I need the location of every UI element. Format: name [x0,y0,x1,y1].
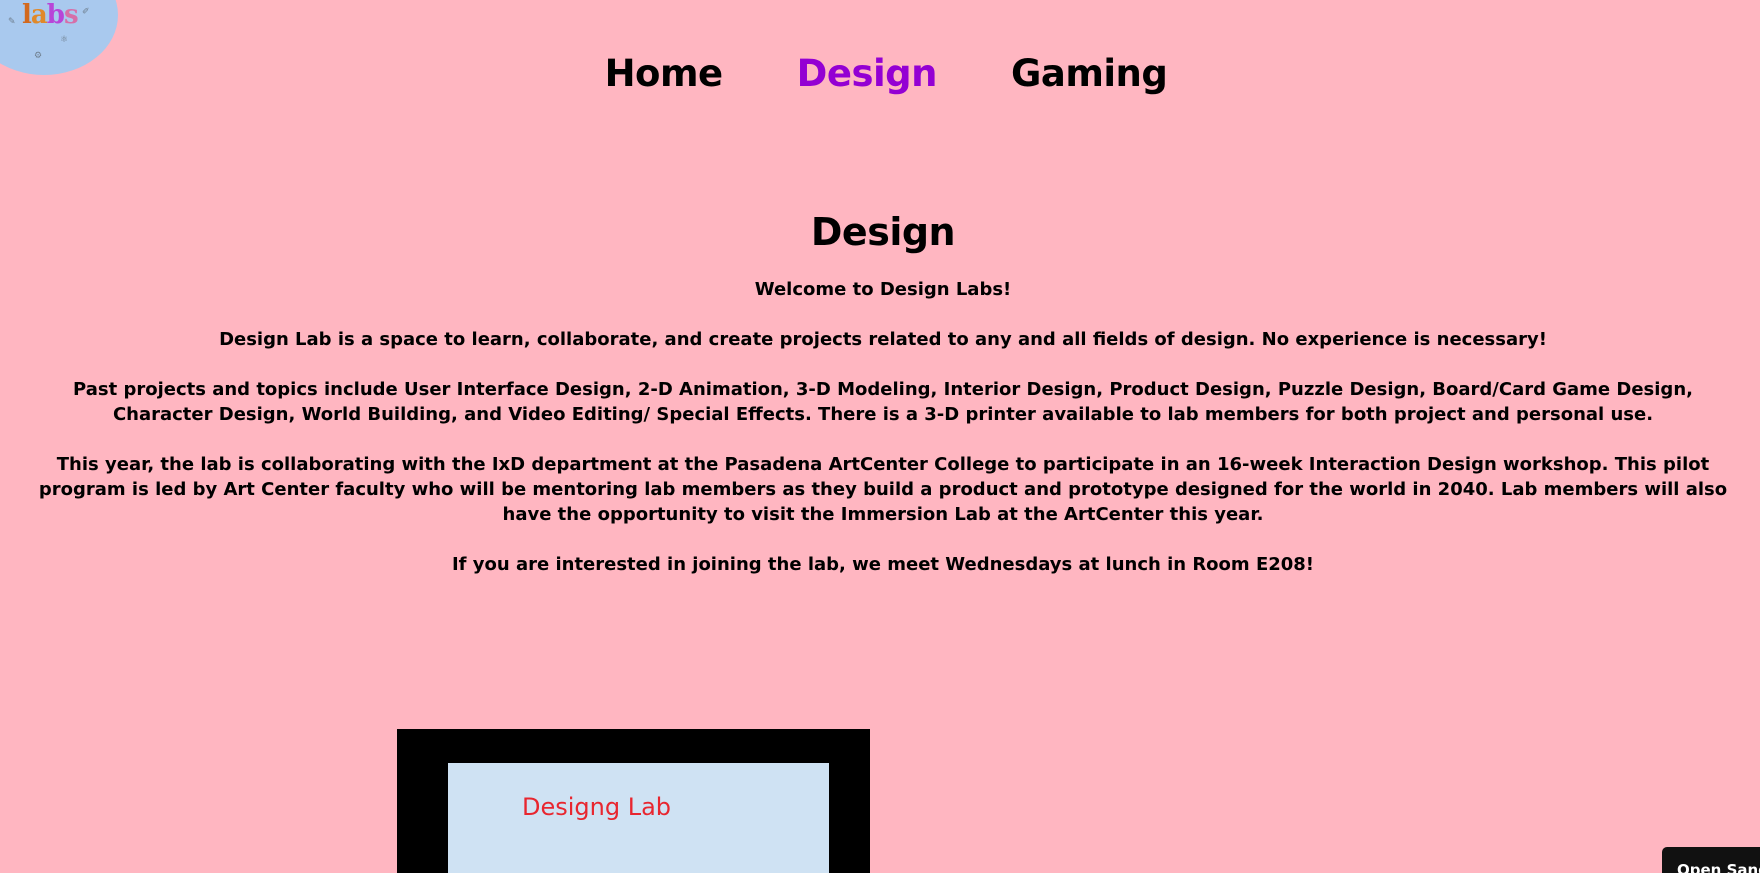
logo-letter-a: a [30,0,48,30]
logo-wordmark: labs [22,0,79,30]
collaboration-paragraph: This year, the lab is collaborating with… [38,454,1728,525]
paint-doodle-icon: ✐ [82,7,90,17]
page-title: Design [810,210,956,254]
nav-design-link[interactable]: Design [797,52,938,95]
pencil-doodle-icon: ✎ [8,17,16,27]
main-content: Design Welcome to Design Labs! Design La… [38,205,1728,602]
design-lab-image-panel: Designg Lab [448,763,829,873]
nav-gaming-link[interactable]: Gaming [1011,52,1168,95]
open-sandbox-button[interactable]: Open Sandbox [1662,847,1760,873]
logo-letter-l: l [22,0,32,30]
logo-letter-s: s [63,0,79,30]
join-paragraph: If you are interested in joining the lab… [451,554,1315,575]
intro-paragraph: Design Lab is a space to learn, collabor… [219,329,1547,350]
welcome-text: Welcome to Design Labs! [754,279,1012,300]
page: ✎ ✐ ⚛ ⚙ labs Home Design Gaming Design W… [0,0,1760,873]
design-lab-image: Designg Lab [397,729,870,873]
atom-doodle-icon: ⚛ [60,35,69,45]
design-lab-image-title: Designg Lab [522,793,672,821]
logo-letter-b: b [46,0,65,30]
main-nav: Home Design Gaming [0,52,1760,95]
past-projects-paragraph: Past projects and topics include User In… [73,379,1693,425]
nav-home-link[interactable]: Home [605,52,724,95]
